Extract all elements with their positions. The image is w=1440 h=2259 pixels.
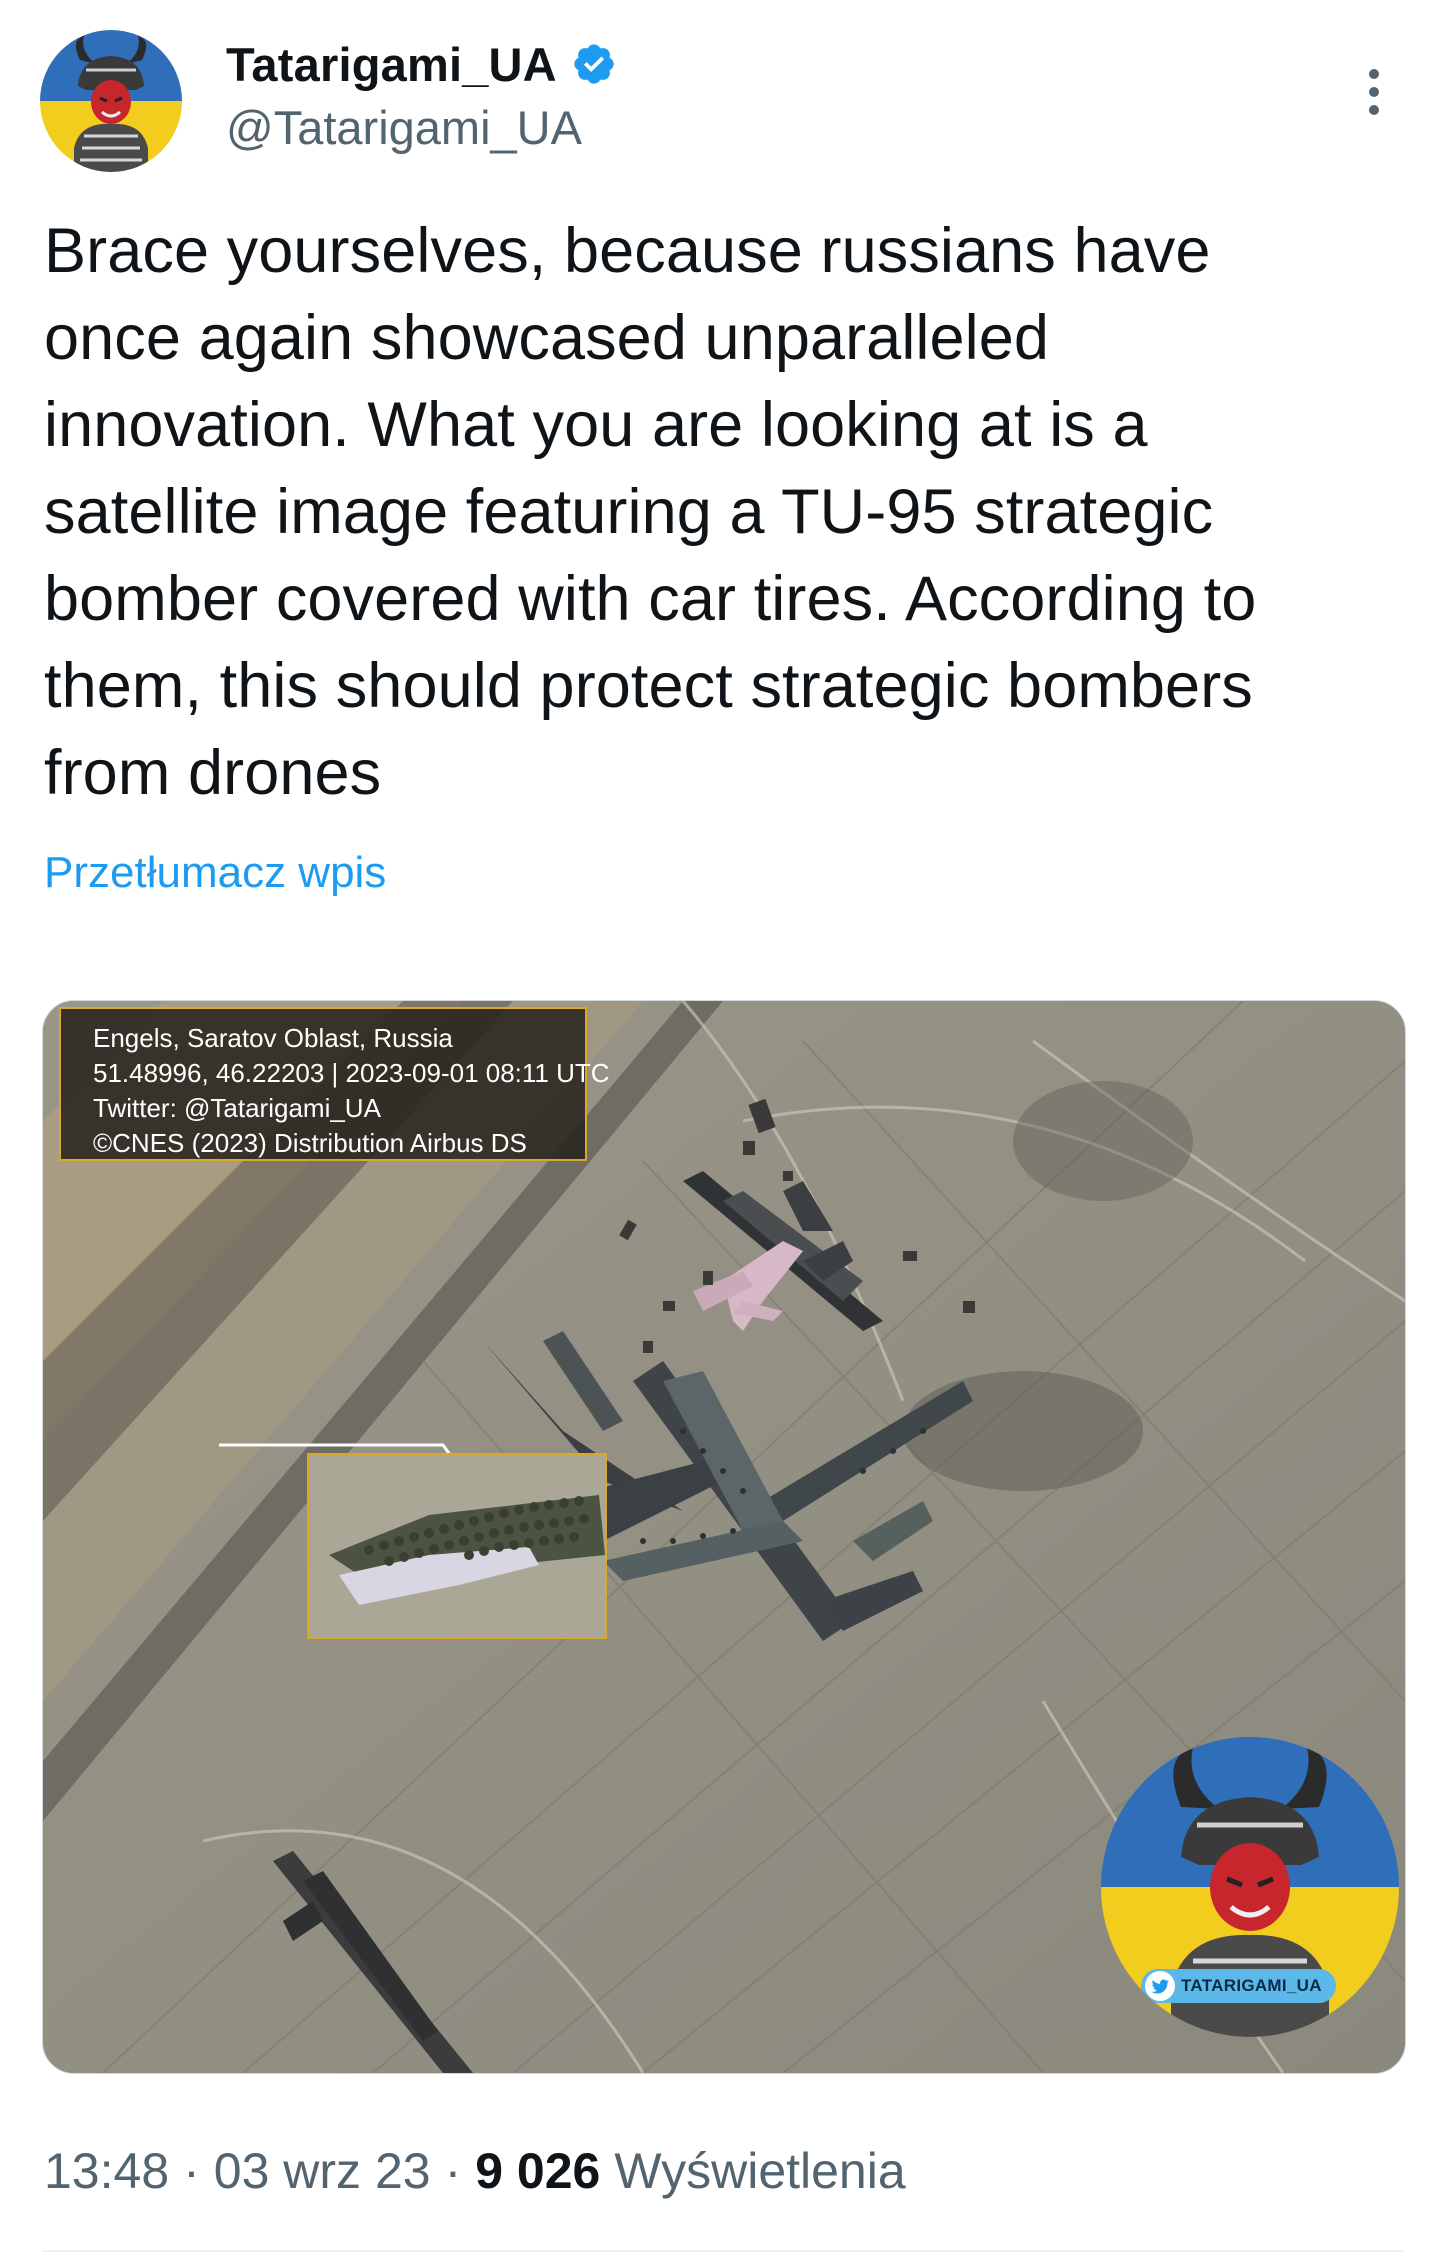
- samurai-avatar-icon: [40, 30, 182, 172]
- verified-badge-icon: [574, 44, 614, 84]
- author-display-name[interactable]: Tatarigami_UA: [226, 37, 557, 92]
- meta-separator: ·: [183, 2143, 200, 2199]
- tweet-media-image[interactable]: Engels, Saratov Oblast, Russia 51.48996,…: [42, 1000, 1406, 2074]
- tweet-time[interactable]: 13:48: [44, 2142, 169, 2200]
- more-options-icon[interactable]: [1350, 62, 1398, 122]
- meta-separator: ·: [444, 2143, 462, 2199]
- zoom-inset: [307, 1453, 607, 1639]
- twitter-bird-icon: [1145, 1971, 1175, 2001]
- image-info-overlay: Engels, Saratov Oblast, Russia 51.48996,…: [59, 1007, 610, 1161]
- tweet-text: Brace yourselves, because russians have …: [44, 216, 1257, 808]
- views-label[interactable]: Wyświetlenia: [614, 2142, 905, 2200]
- location-text: Engels, Saratov Oblast, Russia: [93, 1023, 453, 1053]
- twitter-credit-text: Twitter: @Tatarigami_UA: [93, 1093, 381, 1123]
- author-handle[interactable]: @Tatarigami_UA: [226, 100, 582, 155]
- watermark-badge: TATARIGAMI_UA: [1101, 1737, 1399, 2037]
- views-count[interactable]: 9 026: [475, 2142, 600, 2200]
- author-avatar[interactable]: [40, 30, 182, 172]
- tweet-metadata: 13:48 · 03 wrz 23 · 9 026 Wyświetlenia: [44, 2142, 906, 2200]
- author-name-row: Tatarigami_UA: [226, 34, 617, 94]
- coordinates-text: 51.48996, 46.22203 | 2023-09-01 08:11 UT…: [93, 1058, 610, 1088]
- tweet-date[interactable]: 03 wrz 23: [214, 2142, 431, 2200]
- copyright-text: ©CNES (2023) Distribution Airbus DS: [93, 1128, 527, 1158]
- tires-closeup: [309, 1455, 605, 1637]
- translate-link[interactable]: Przetłumacz wpis: [44, 848, 386, 898]
- divider: [42, 2250, 1404, 2252]
- tweet-card: Tatarigami_UA @Tatarigami_UA Brace yours…: [0, 0, 1440, 2259]
